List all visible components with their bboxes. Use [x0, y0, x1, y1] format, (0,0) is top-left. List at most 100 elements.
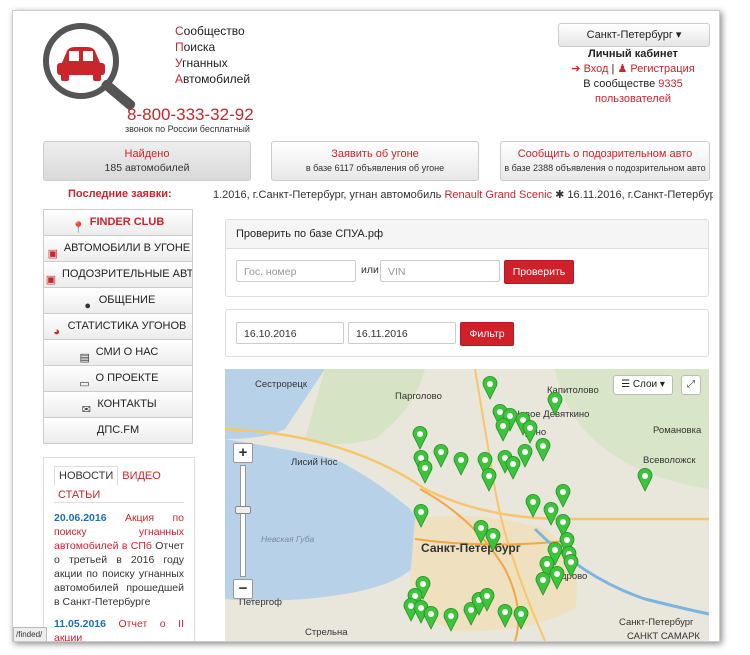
org-word-rest: гнанных [182, 56, 228, 70]
found-cars-button[interactable]: Найдено 185 автомобилей [43, 141, 251, 181]
zoom-slider-handle[interactable] [235, 506, 251, 514]
stolen-car-marker-icon[interactable] [535, 571, 551, 596]
stolen-car-marker-icon[interactable] [497, 603, 513, 628]
stolen-cars-map[interactable]: Сестрорецк Парголово Капитолово Новое Девят… [225, 369, 709, 641]
tab-video[interactable]: ВИДЕО [118, 467, 165, 485]
ticker-text-1: 1.2016, г.Санкт-Петербург, угнан автомоб… [213, 189, 445, 201]
filter-button[interactable]: Фильтр [460, 322, 514, 346]
org-initial: А [175, 72, 184, 86]
zoom-out-button[interactable]: − [233, 579, 253, 599]
login-register-separator: | [611, 63, 615, 75]
login-icon: ➔ [571, 63, 581, 75]
or-label: или [361, 264, 379, 276]
hotline-note: звонок по России бесплатный [125, 124, 250, 134]
user-icon: ♟ [617, 63, 628, 75]
tab-news[interactable]: НОВОСТИ [54, 466, 119, 486]
sidebar-item-label: СТАТИСТИКА УГОНОВ [67, 320, 187, 332]
org-word-rest: ообщество [183, 24, 245, 38]
stolen-car-marker-icon[interactable] [535, 437, 551, 462]
news-item: 11.05.2016 Отчет о II акции [54, 617, 184, 641]
stolen-car-marker-icon[interactable] [555, 483, 571, 508]
community-count[interactable]: 9335 [658, 78, 682, 90]
zoom-slider-track[interactable] [235, 465, 251, 577]
news-date: 20.06.2016 [54, 512, 107, 524]
found-cars-count: 185 автомобилей [104, 162, 190, 174]
report-theft-button[interactable]: Заявить об угоне в базе 6117 объявления … [271, 141, 479, 181]
sidebar-item-9[interactable]: ДПС.FM [43, 418, 193, 444]
city-selector[interactable]: Санкт-Петербург ▾ [558, 23, 710, 47]
map-markers [403, 375, 653, 632]
stolen-car-marker-icon[interactable] [443, 607, 459, 632]
date-to-input[interactable]: 16.11.2016 [348, 322, 456, 344]
sidebar-item-7[interactable]: ▭ О ПРОЕКТЕ [43, 366, 193, 392]
stolen-car-marker-icon[interactable] [413, 503, 429, 528]
cabinet-title: Личный кабинет [588, 48, 678, 60]
stolen-car-marker-icon[interactable] [423, 605, 439, 630]
stolen-car-marker-icon[interactable] [563, 553, 579, 578]
stolen-car-marker-icon[interactable] [513, 605, 529, 630]
stolen-car-marker-icon[interactable] [482, 375, 498, 400]
stolen-car-marker-icon[interactable] [417, 459, 433, 484]
stolen-car-marker-icon[interactable] [522, 419, 538, 444]
sidebar-item-2[interactable]: ▣ АВТОМОБИЛИ В УГОНЕ [43, 236, 193, 262]
sidebar-item-label: О ПРОЕКТЕ [95, 372, 159, 384]
layers-label: Слои ▾ [632, 379, 665, 390]
status-bar-url: /finded/ [13, 627, 47, 641]
stolen-car-marker-icon[interactable] [637, 467, 653, 492]
sidebar-item-1[interactable]: 📍FINDER CLUB [43, 209, 193, 236]
stolen-car-marker-icon[interactable] [547, 391, 563, 416]
stolen-car-marker-icon[interactable] [525, 493, 541, 518]
stolen-car-marker-icon[interactable] [549, 565, 565, 590]
organization-name-line: Сообщество [175, 23, 250, 39]
ticker-text-2: ✱ 16.11.2016, г.Санкт-Петербург, угнан [555, 189, 713, 201]
stolen-car-marker-icon[interactable] [495, 417, 511, 442]
sidebar-item-6[interactable]: ▤ СМИ О НАС [43, 340, 193, 366]
report-suspicious-button[interactable]: Сообщить о подозрительном авто в базе 23… [500, 141, 710, 181]
sidebar-item-3[interactable]: ▣ ПОДОЗРИТЕЛЬНЫЕ АВТО [43, 262, 193, 288]
plate-number-input[interactable]: Гос. номер [236, 260, 356, 282]
login-link[interactable]: Вход [584, 63, 609, 75]
check-panel-title: Проверить по базе СПУА.рф [226, 220, 708, 249]
chat-icon: ● [84, 300, 92, 313]
pie-chart-icon: ◕ [53, 326, 60, 339]
sidebar-item-label: ДПС.FM [96, 424, 140, 436]
stolen-car-marker-icon[interactable] [481, 467, 497, 492]
fullscreen-icon: ⤢ [687, 379, 695, 390]
org-word-rest: втомобилей [183, 72, 251, 86]
news-date: 11.05.2016 [54, 618, 106, 630]
zoom-in-button[interactable]: + [233, 443, 253, 463]
check-database-panel: Проверить по базе СПУА.рф Гос. номер или… [225, 219, 709, 297]
stolen-car-marker-icon[interactable] [433, 443, 449, 468]
recent-requests-ticker[interactable]: 1.2016, г.Санкт-Петербург, угнан автомоб… [213, 188, 713, 201]
map-layers-button[interactable]: ☰ Слои ▾ [613, 375, 673, 395]
ticker-car-link[interactable]: Renault Grand Scenic [444, 189, 552, 201]
sidebar-menu: 📍FINDER CLUB ▣АВТОМОБИЛИ В УГОНЕ ▣ПОДОЗРИТ… [43, 209, 193, 444]
news-item: 20.06.2016 Акция по поиску угнанных авто… [54, 511, 184, 609]
sidebar-item-8[interactable]: ✉ КОНТАКТЫ [43, 392, 193, 418]
organization-name: Сообщество Поиска Угнанных Автомобилей [175, 23, 250, 87]
register-link[interactable]: Регистрация [630, 63, 694, 75]
sidebar-item-label: СМИ О НАС [95, 346, 159, 358]
org-word-rest: оиска [183, 40, 216, 54]
stolen-car-marker-icon[interactable] [473, 519, 489, 544]
recent-requests-label: Последние заявки: [68, 188, 172, 200]
stolen-car-marker-icon[interactable] [453, 451, 469, 476]
hotline-phone[interactable]: 8-800-333-32-92 [127, 105, 254, 125]
sidebar-item-label: АВТОМОБИЛИ В УГОНЕ [63, 242, 191, 254]
sidebar-item-5[interactable]: ◕ СТАТИСТИКА УГОНОВ [43, 314, 193, 340]
date-from-input[interactable]: 16.10.2016 [236, 322, 344, 344]
stolen-car-marker-icon[interactable] [485, 527, 501, 552]
check-button[interactable]: Проверить [504, 260, 574, 284]
tab-articles[interactable]: СТАТЬИ [54, 486, 104, 504]
stolen-car-marker-icon[interactable] [412, 425, 428, 450]
account-box: Личный кабинет ➔ Вход | ♟ Регистрация В … [558, 47, 708, 107]
community-suffix[interactable]: пользователей [558, 92, 708, 107]
sidebar-item-label: КОНТАКТЫ [97, 398, 157, 410]
sidebar-item-label: ОБЩЕНИЕ [98, 294, 156, 306]
vin-input[interactable]: VIN [380, 260, 500, 282]
sidebar-item-4[interactable]: ● ОБЩЕНИЕ [43, 288, 193, 314]
report-suspicious-sub: в базе 2388 объявления о подозрительном … [504, 163, 706, 173]
map-fullscreen-button[interactable]: ⤢ [681, 375, 701, 395]
org-initial: П [175, 40, 184, 54]
stolen-car-marker-icon[interactable] [505, 455, 521, 480]
